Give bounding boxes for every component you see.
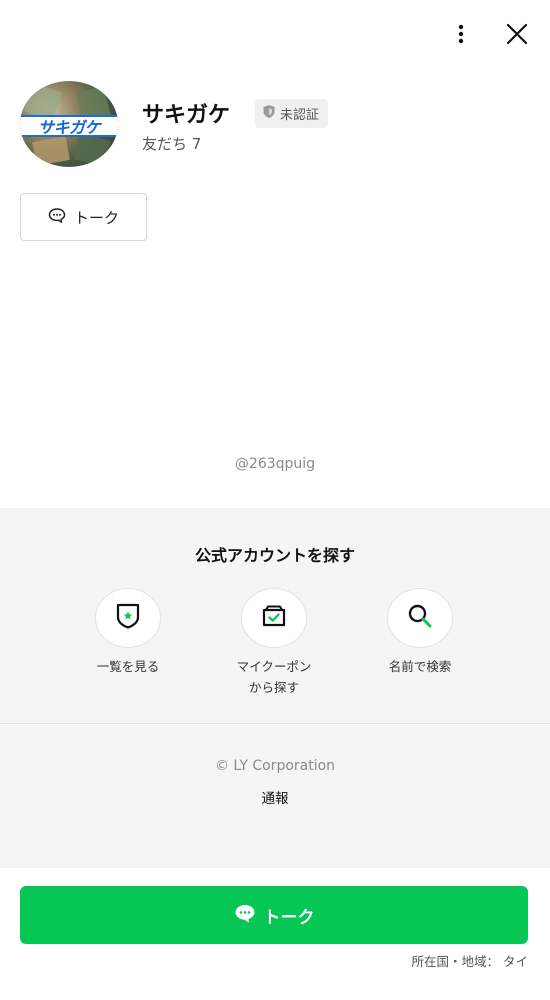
search-by-name-option[interactable]: 名前で検索 xyxy=(350,588,490,677)
option-label: 一覧を見る xyxy=(96,659,160,674)
coupon-icon xyxy=(260,604,288,632)
account-id: @263qpuig xyxy=(234,456,316,472)
talk-button-primary[interactable]: トーク xyxy=(20,886,528,944)
chat-bubble-icon xyxy=(48,207,66,228)
talk-button-label: トーク xyxy=(73,208,119,227)
option-icon-circle xyxy=(387,588,453,648)
copyright: © LY Corporation xyxy=(214,758,336,774)
chat-bubble-icon xyxy=(234,903,256,928)
avatar-logo: サキガケ xyxy=(20,115,118,137)
my-coupon-option[interactable]: マイクーポン から探す xyxy=(204,588,344,698)
option-label-line1: マイクーポン xyxy=(236,659,312,674)
option-icon-circle xyxy=(241,588,307,648)
option-label: 名前で検索 xyxy=(388,659,452,674)
unverified-badge: 未認証 xyxy=(255,99,329,128)
browse-list-option[interactable]: 一覧を見る xyxy=(58,588,198,677)
avatar-logo-text: サキガケ xyxy=(37,118,101,137)
talk-button-label: トーク xyxy=(263,907,315,928)
report-link[interactable]: 通報 xyxy=(0,787,550,807)
close-icon[interactable] xyxy=(500,17,534,51)
more-options-icon[interactable] xyxy=(447,18,475,50)
profile-page: サキガケ サキガケ 未認証 友だち 7 トーク @263qpuig 公式アカウン… xyxy=(0,0,550,1000)
search-icon xyxy=(406,602,434,634)
option-label: マイクーポン から探す xyxy=(237,656,312,698)
divider xyxy=(0,723,550,724)
option-icon-circle xyxy=(95,588,161,648)
shield-star-icon xyxy=(115,602,141,634)
discover-section: 公式アカウントを探す 一覧を見る マイクーポン から探す 名前で検索 © LY … xyxy=(0,508,550,868)
country-region: 所在国・地域： タイ xyxy=(411,954,528,969)
account-name: サキガケ xyxy=(142,103,231,128)
avatar[interactable]: サキガケ xyxy=(20,81,118,167)
talk-button-secondary[interactable]: トーク xyxy=(20,193,147,241)
friends-count: 友だち 7 xyxy=(142,135,202,153)
badge-label: 未認証 xyxy=(280,108,320,123)
discover-title: 公式アカウントを探す xyxy=(194,546,355,565)
shield-icon xyxy=(262,104,276,123)
option-label-line2: から探す xyxy=(248,680,299,695)
